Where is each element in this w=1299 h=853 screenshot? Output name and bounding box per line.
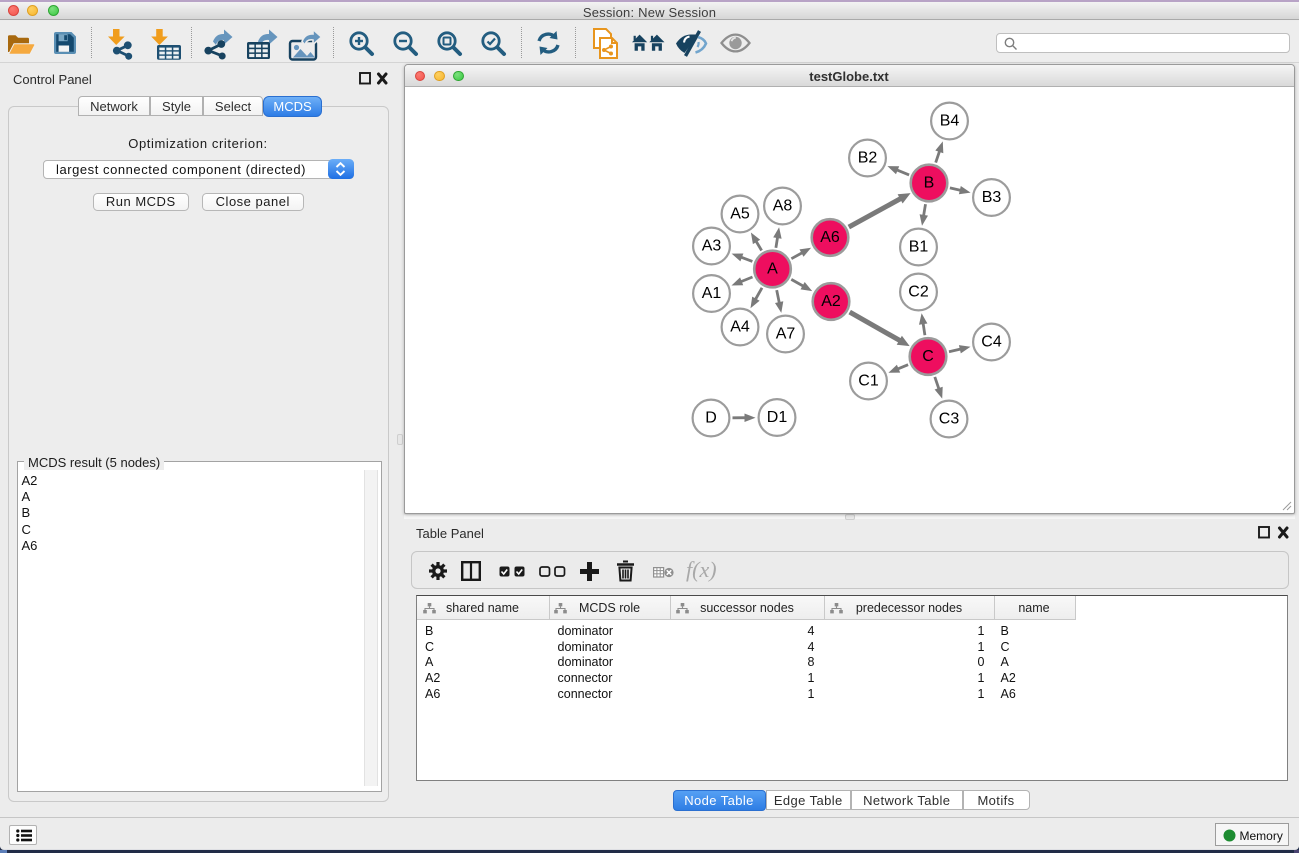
svg-text:D: D [705,410,717,427]
svg-text:A6: A6 [820,229,840,246]
svg-text:C4: C4 [981,334,1002,351]
svg-text:A7: A7 [775,326,795,343]
svg-text:C2: C2 [908,284,929,301]
svg-text:A: A [767,261,778,278]
svg-text:D1: D1 [766,409,787,426]
svg-text:A2: A2 [821,293,841,310]
svg-text:A8: A8 [772,198,792,215]
svg-text:B4: B4 [939,113,959,130]
svg-text:B1: B1 [908,239,928,256]
svg-text:C: C [922,348,934,365]
svg-text:C1: C1 [858,373,879,390]
svg-text:B: B [923,175,934,192]
svg-text:A5: A5 [730,206,750,223]
svg-text:B3: B3 [981,189,1001,206]
svg-text:A1: A1 [701,285,721,302]
svg-text:B2: B2 [857,150,877,167]
svg-text:A4: A4 [730,319,750,336]
svg-text:A3: A3 [701,238,721,255]
svg-text:C3: C3 [938,411,959,428]
